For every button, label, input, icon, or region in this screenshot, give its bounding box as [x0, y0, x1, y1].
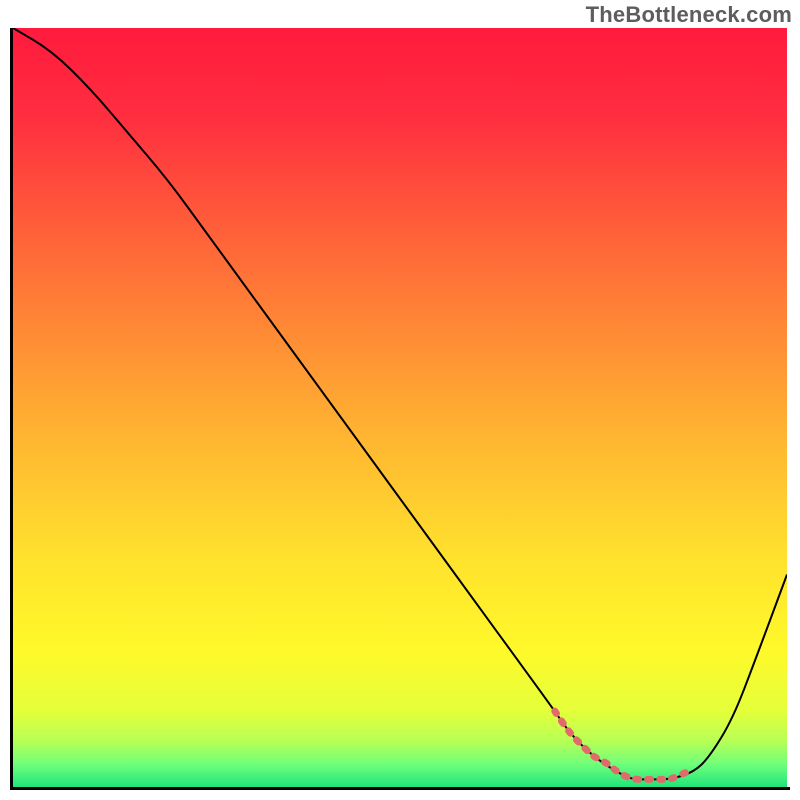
axes-frame [10, 28, 790, 790]
chart-container: TheBottleneck.com [0, 0, 800, 800]
watermark-text: TheBottleneck.com [586, 2, 792, 28]
